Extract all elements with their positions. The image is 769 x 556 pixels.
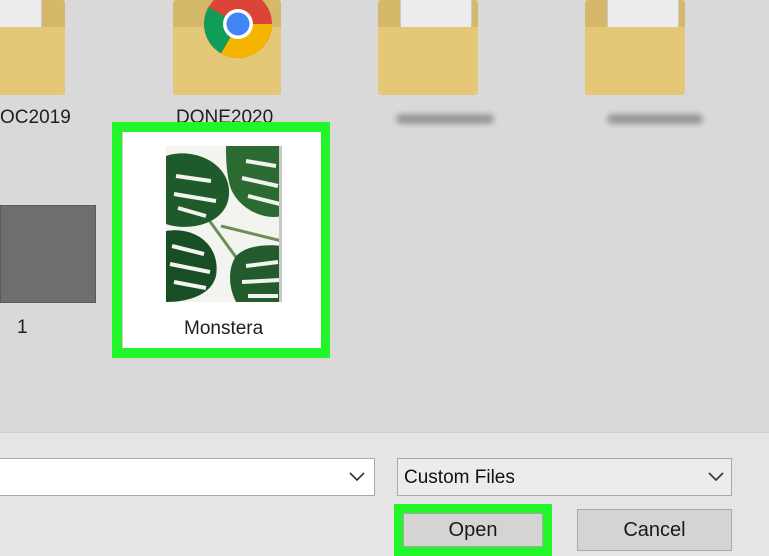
dialog-bottom-bar: Custom Files Open Cancel bbox=[0, 432, 769, 556]
folder-item-blurred-2[interactable] bbox=[585, 0, 715, 140]
folder-icon bbox=[585, 0, 685, 95]
folder-icon bbox=[0, 0, 65, 95]
folder-item-done2020[interactable]: DONE2020 bbox=[168, 0, 288, 140]
file-label: 1 bbox=[17, 317, 28, 338]
folder-label-blurred bbox=[396, 114, 494, 124]
folder-label-blurred bbox=[607, 114, 703, 124]
file-item-monstera[interactable]: Monstera bbox=[122, 132, 321, 348]
file-list-area: OC2019 DONE2020 1 Monstera bbox=[0, 0, 769, 432]
folder-label: OC2019 bbox=[0, 107, 71, 128]
folder-item-blurred-1[interactable] bbox=[378, 0, 508, 140]
file-label: Monstera bbox=[184, 318, 264, 339]
folder-item-doc2019[interactable]: OC2019 bbox=[0, 0, 80, 140]
file-type-value: Custom Files bbox=[404, 467, 515, 488]
chevron-down-icon bbox=[708, 472, 724, 482]
filename-input[interactable] bbox=[0, 458, 375, 496]
file-item-1[interactable]: 1 bbox=[0, 200, 100, 340]
open-button[interactable]: Open bbox=[403, 513, 543, 547]
monstera-thumbnail bbox=[166, 146, 282, 302]
chrome-icon bbox=[204, 0, 272, 58]
cancel-button[interactable]: Cancel bbox=[577, 509, 732, 551]
folder-icon bbox=[378, 0, 478, 95]
image-thumbnail bbox=[0, 205, 96, 303]
file-type-select[interactable]: Custom Files bbox=[397, 458, 732, 496]
chevron-down-icon[interactable] bbox=[349, 472, 365, 482]
